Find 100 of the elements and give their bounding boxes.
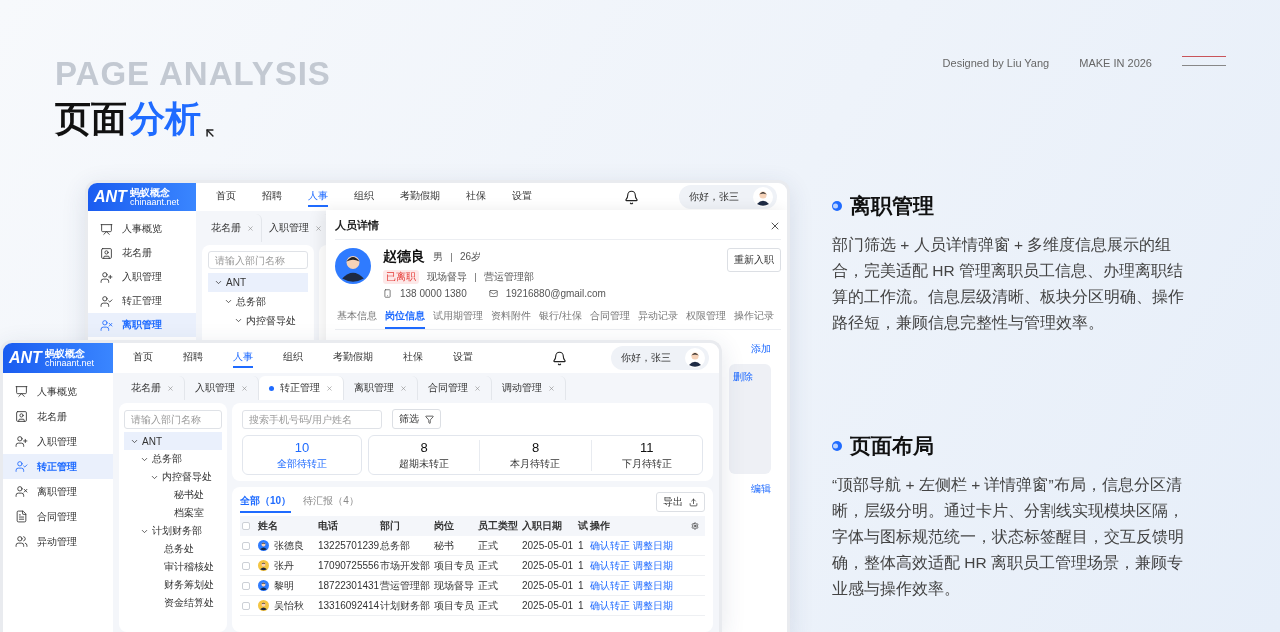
nav-item[interactable]: 考勤假期 (400, 187, 440, 207)
action-link[interactable]: 确认转正 (590, 558, 630, 573)
list-tab[interactable]: 待汇报（4） (303, 491, 359, 513)
position: 现场督导 (427, 270, 467, 284)
table-cell: 13225701239 (318, 540, 380, 551)
settings-icon[interactable] (691, 522, 699, 530)
table-cell-text: 计划财务部 (380, 598, 431, 613)
dialog-tab[interactable]: 合同管理 (589, 305, 630, 329)
tab[interactable]: 离职管理 (344, 376, 418, 400)
checkbox[interactable] (242, 541, 250, 550)
tree-item[interactable]: 总务处 (124, 540, 222, 558)
sidebar-item[interactable]: 转正管理 (3, 454, 113, 479)
checkbox[interactable] (242, 581, 250, 590)
logo-mark: ANT (94, 188, 127, 206)
table-cell: 吴怡秋 (274, 598, 304, 613)
checkbox[interactable] (242, 601, 250, 610)
nav-item[interactable]: 社保 (403, 348, 423, 368)
filter-button[interactable]: 筛选 (392, 409, 441, 429)
export-button[interactable]: 导出 (656, 492, 705, 512)
edit-link[interactable]: 编辑 (751, 482, 771, 496)
action-link[interactable]: 调整日期 (633, 538, 673, 553)
sidebar-item[interactable]: 合同管理 (3, 504, 113, 529)
tree-item[interactable]: ANT (124, 432, 222, 450)
sidebar-item[interactable]: 花名册 (3, 404, 113, 429)
dialog-tab[interactable]: 银行/社保 (539, 305, 582, 329)
department-search-field[interactable]: 请输入部门名称 (208, 251, 308, 269)
checkbox[interactable] (242, 522, 250, 530)
sidebar-item[interactable]: 入职管理 (88, 265, 196, 289)
nav-item[interactable]: 考勤假期 (333, 348, 373, 368)
tree-item[interactable]: 资金结算处 (124, 594, 222, 612)
sidebar-item[interactable]: 花名册 (88, 241, 196, 265)
sidebar-item[interactable]: 异动管理 (3, 529, 113, 554)
action-link[interactable]: 确认转正 (590, 598, 630, 613)
action-link[interactable]: 调整日期 (633, 558, 673, 573)
chevron-down-icon[interactable] (214, 278, 223, 287)
dialog-tab[interactable]: 操作记录 (733, 305, 774, 329)
nav-item[interactable]: 人事 (233, 348, 253, 368)
action-link[interactable]: 调整日期 (633, 578, 673, 593)
tree-item[interactable]: 财务筹划处 (124, 576, 222, 594)
dialog-tab[interactable]: 权限管理 (685, 305, 726, 329)
tree-item[interactable]: 总务部 (208, 292, 308, 311)
table-cell: 张德良 (274, 538, 304, 553)
rehire-button[interactable]: 重新入职 (727, 248, 781, 272)
chevron-down-icon[interactable] (234, 316, 243, 325)
table-cell-text: 正式 (478, 558, 499, 573)
user-menu[interactable]: 你好，张三 (611, 346, 709, 370)
checkbox[interactable] (242, 561, 250, 570)
chevron-down-icon[interactable] (224, 297, 233, 306)
table-cell-text: 1 (578, 580, 585, 591)
dialog-tab[interactable]: 岗位信息 (385, 305, 425, 329)
nav-item[interactable]: 社保 (466, 187, 486, 207)
delete-link[interactable]: 删除 (733, 370, 753, 468)
tab[interactable]: 合同管理 (418, 376, 492, 400)
sidebar-item[interactable]: 人事概览 (88, 217, 196, 241)
tree-item[interactable]: 审计稽核处 (124, 558, 222, 576)
sidebar-item[interactable]: 入职管理 (3, 429, 113, 454)
sidebar-item[interactable]: 离职管理 (3, 479, 113, 504)
tab[interactable]: 花名册 (204, 214, 262, 242)
nav-item[interactable]: 设置 (453, 348, 473, 368)
tab[interactable]: 花名册 (121, 376, 185, 400)
nav-item[interactable]: 设置 (512, 187, 532, 207)
bell-icon[interactable] (552, 350, 567, 366)
nav-item[interactable]: 组织 (354, 187, 374, 207)
nav-item[interactable]: 组织 (283, 348, 303, 368)
table-cell-text: 正式 (478, 538, 499, 553)
bell-icon[interactable] (624, 189, 639, 205)
tree-item[interactable]: 秘书处 (124, 486, 222, 504)
tree-item[interactable]: ANT (208, 273, 308, 292)
dialog-tab[interactable]: 异动记录 (637, 305, 678, 329)
list-tab[interactable]: 全部（10） (240, 491, 292, 513)
search-field[interactable]: 搜索手机号码/用户姓名 (242, 409, 382, 429)
tree-item[interactable]: 档案室 (124, 504, 222, 522)
tree-item[interactable]: 计划财务部 (124, 522, 222, 540)
tab[interactable]: 调动管理 (492, 376, 566, 400)
sidebar-item[interactable]: 离职管理 (88, 313, 196, 337)
nav-item[interactable]: 人事 (308, 187, 328, 207)
dialog-tab[interactable]: 资料附件 (491, 305, 531, 329)
table-cell-text: 项目专员 (434, 598, 475, 613)
nav-item[interactable]: 招聘 (262, 187, 282, 207)
action-link[interactable]: 确认转正 (590, 578, 630, 593)
user-menu[interactable]: 你好，张三 (679, 185, 777, 209)
dialog-tab[interactable]: 试用期管理 (433, 305, 483, 329)
dialog-title: 人员详情 (335, 218, 379, 233)
nav-item[interactable]: 首页 (216, 187, 236, 207)
tab[interactable]: 转正管理 (259, 376, 344, 400)
tree-item[interactable]: 总务部 (124, 450, 222, 468)
tree-item[interactable]: 内控督导处 (208, 311, 308, 330)
dialog-tab[interactable]: 基本信息 (337, 305, 377, 329)
sidebar-item[interactable]: 人事概览 (3, 379, 113, 404)
user-x-icon (100, 318, 113, 332)
add-link[interactable]: 添加 (751, 342, 771, 356)
designer-credit: Designed by Liu Yang (942, 56, 1050, 70)
action-link[interactable]: 确认转正 (590, 538, 630, 553)
nav-item[interactable]: 首页 (133, 348, 153, 368)
department-search-field[interactable]: 请输入部门名称 (124, 410, 222, 429)
stat-value: 11 (640, 439, 654, 455)
sidebar-item[interactable]: 转正管理 (88, 289, 196, 313)
nav-item[interactable]: 招聘 (183, 348, 203, 368)
tree-item[interactable]: 内控督导处 (124, 468, 222, 486)
action-link[interactable]: 调整日期 (633, 598, 673, 613)
